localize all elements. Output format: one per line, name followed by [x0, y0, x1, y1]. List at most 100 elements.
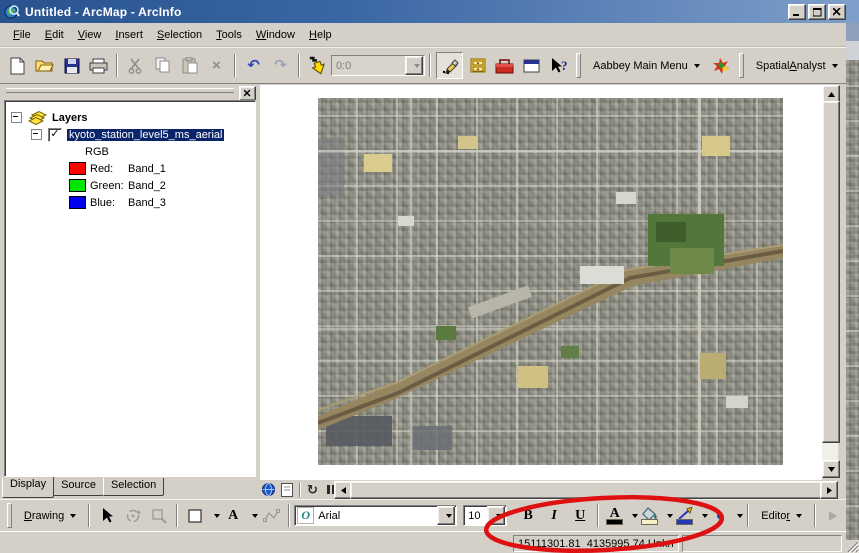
command-line-icon[interactable]	[519, 53, 544, 78]
toolbar-grip[interactable]	[576, 53, 581, 78]
line-color-button[interactable]	[673, 505, 696, 527]
tab-source[interactable]: Source	[53, 478, 104, 496]
fill-color-dropdown[interactable]	[661, 505, 673, 527]
aerial-imagery[interactable]	[318, 98, 783, 465]
drawing-menu-label: Drawing	[24, 510, 64, 522]
new-document-icon[interactable]	[5, 53, 30, 78]
zoom-to-selected-icon	[147, 503, 171, 528]
expand-collapse-icon[interactable]	[31, 129, 42, 140]
toolbar-grip[interactable]	[739, 53, 744, 78]
layers-root-label[interactable]: Layers	[52, 112, 87, 124]
font-size-dropdown[interactable]	[487, 506, 505, 525]
band-value: Band_1	[128, 163, 166, 175]
green-band-swatch	[69, 179, 86, 192]
maximize-button[interactable]	[808, 4, 826, 20]
expand-collapse-icon[interactable]	[11, 112, 22, 123]
background-window-edge	[846, 23, 859, 41]
font-color-button[interactable]: A	[603, 505, 626, 527]
redo-icon: ↷	[268, 53, 293, 78]
background-window-strip	[846, 23, 859, 553]
undo-icon[interactable]: ↶	[241, 53, 266, 78]
band-value: Band_2	[128, 180, 166, 192]
whats-this-icon[interactable]: ?	[546, 53, 571, 78]
scroll-down-icon[interactable]	[822, 460, 840, 478]
aabbey-main-menu[interactable]: Aabbey Main Menu	[585, 57, 708, 75]
red-band-swatch	[69, 162, 86, 175]
map-horizontal-scrollbar[interactable]	[334, 481, 838, 497]
menu-tools[interactable]: Tools	[209, 26, 249, 44]
tool-palette-icon[interactable]	[709, 53, 734, 78]
editor-menu[interactable]: Editor	[753, 507, 810, 525]
tab-display[interactable]: Display	[2, 477, 54, 498]
italic-button[interactable]: I	[542, 503, 566, 528]
line-color-dropdown[interactable]	[696, 505, 708, 527]
fill-color-button[interactable]	[638, 505, 661, 527]
layer-visibility-checkbox[interactable]: ✓	[48, 128, 62, 142]
font-size-combo[interactable]: 10	[463, 505, 507, 526]
horizontal-scroll-thumb[interactable]	[350, 481, 822, 499]
editor-menu-label: Edito	[761, 510, 786, 522]
scale-combo-dropdown	[405, 56, 423, 75]
map-vertical-scrollbar[interactable]	[822, 85, 838, 478]
open-folder-icon[interactable]	[32, 53, 57, 78]
layer-name[interactable]: kyoto_station_level5_ms_aerial	[67, 129, 224, 141]
renderer-label: RGB	[85, 146, 109, 158]
background-window-edge	[846, 41, 859, 60]
save-icon[interactable]	[59, 53, 84, 78]
title-bar: Untitled - ArcMap - ArcInfo	[0, 0, 859, 23]
refresh-icon[interactable]: ↻	[304, 482, 321, 498]
print-icon[interactable]	[86, 53, 111, 78]
layers-icon	[28, 110, 47, 125]
status-bar: 15111301.81 4135995.74 Unkn	[0, 531, 846, 553]
status-message-pane	[2, 535, 508, 552]
arccatalog-icon[interactable]	[465, 53, 490, 78]
toc-close-icon[interactable]	[239, 86, 256, 101]
toolbar-separator	[814, 504, 816, 527]
rotate-tool-icon	[121, 503, 145, 528]
select-elements-icon[interactable]	[95, 503, 119, 528]
menu-view[interactable]: View	[71, 26, 109, 44]
layout-view-icon[interactable]	[278, 482, 295, 498]
menu-selection[interactable]: Selection	[150, 26, 209, 44]
status-extra-pane	[682, 535, 842, 552]
font-combo[interactable]: O Arial	[294, 505, 457, 526]
table-of-contents: Layers ✓ kyoto_station_level5_ms_aerial …	[2, 86, 258, 477]
arcmap-app-icon[interactable]	[4, 4, 20, 20]
marker-color-dropdown[interactable]	[731, 505, 743, 527]
scroll-right-icon[interactable]	[820, 481, 838, 499]
text-tool-icon[interactable]: A	[221, 503, 245, 528]
drawing-menu[interactable]: Drawing	[16, 507, 84, 525]
menu-insert[interactable]: Insert	[108, 26, 150, 44]
resize-grip[interactable]	[846, 540, 859, 553]
bold-button[interactable]: B	[516, 503, 540, 528]
arctoolbox-icon[interactable]	[492, 53, 517, 78]
toc-grip[interactable]	[6, 88, 234, 93]
map-data-view[interactable]	[260, 85, 822, 480]
vertical-scroll-thumb[interactable]	[822, 101, 840, 443]
toolbar-grip[interactable]	[7, 503, 12, 528]
text-tool-dropdown[interactable]	[246, 505, 258, 527]
font-combo-dropdown[interactable]	[437, 506, 455, 525]
band-label: Green:	[90, 180, 128, 192]
spatial-analyst-menu[interactable]: Spatial Analyst	[748, 57, 846, 75]
editor-sketch-tool-icon[interactable]	[436, 52, 463, 79]
close-button[interactable]	[828, 4, 846, 20]
underline-button[interactable]: U	[568, 503, 592, 528]
spatial-analyst-label: Spatial	[756, 60, 790, 72]
marker-color-button[interactable]	[708, 505, 731, 527]
font-color-dropdown[interactable]	[626, 505, 638, 527]
tab-selection[interactable]: Selection	[103, 478, 164, 496]
drawing-toolbar: Drawing A O Arial 10 B I U A	[0, 499, 846, 531]
shape-tool-dropdown[interactable]	[208, 505, 220, 527]
menu-edit[interactable]: Edit	[38, 26, 71, 44]
menu-window[interactable]: Window	[249, 26, 302, 44]
menu-help[interactable]: Help	[302, 26, 339, 44]
minimize-button[interactable]	[788, 4, 806, 20]
delete-icon: ×	[204, 53, 229, 78]
rectangle-tool-icon[interactable]	[183, 503, 207, 528]
add-data-icon[interactable]	[305, 53, 330, 78]
menu-file[interactable]: File	[6, 26, 38, 44]
fill-color-swatch	[641, 519, 658, 525]
data-view-icon[interactable]	[260, 482, 277, 498]
menu-bar: File Edit View Insert Selection Tools Wi…	[0, 23, 846, 47]
